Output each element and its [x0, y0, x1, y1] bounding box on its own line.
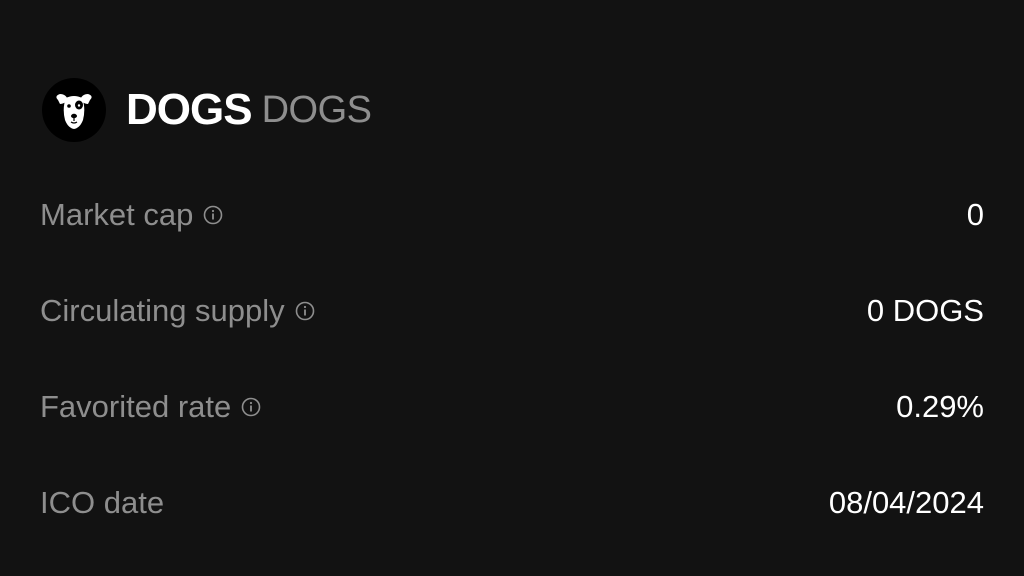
market-cap-label: Market cap — [40, 197, 194, 232]
dog-face-icon — [42, 78, 106, 142]
stat-row-circulating-supply: Circulating supply 0 DOGS — [40, 289, 984, 333]
ico-date-label: ICO date — [40, 485, 165, 520]
circulating-supply-label: Circulating supply — [40, 293, 285, 328]
info-icon[interactable] — [241, 397, 261, 417]
stat-row-ico-date: ICO date 08/04/2024 — [40, 481, 984, 525]
info-icon[interactable] — [295, 301, 315, 321]
token-name: DOGS — [126, 85, 253, 134]
favorited-rate-label: Favorited rate — [40, 389, 232, 424]
favorited-rate-value: 0.29% — [896, 389, 984, 424]
token-header: DOGS DOGS — [42, 78, 372, 142]
circulating-supply-value: 0 DOGS — [866, 293, 984, 328]
stat-row-favorited-rate: Favorited rate 0.29% — [40, 385, 984, 429]
market-cap-value: 0 — [966, 197, 984, 232]
ico-date-value: 08/04/2024 — [828, 485, 984, 520]
token-symbol: DOGS — [261, 88, 372, 131]
stat-row-market-cap: Market cap 0 — [40, 193, 984, 237]
info-icon[interactable] — [203, 205, 223, 225]
